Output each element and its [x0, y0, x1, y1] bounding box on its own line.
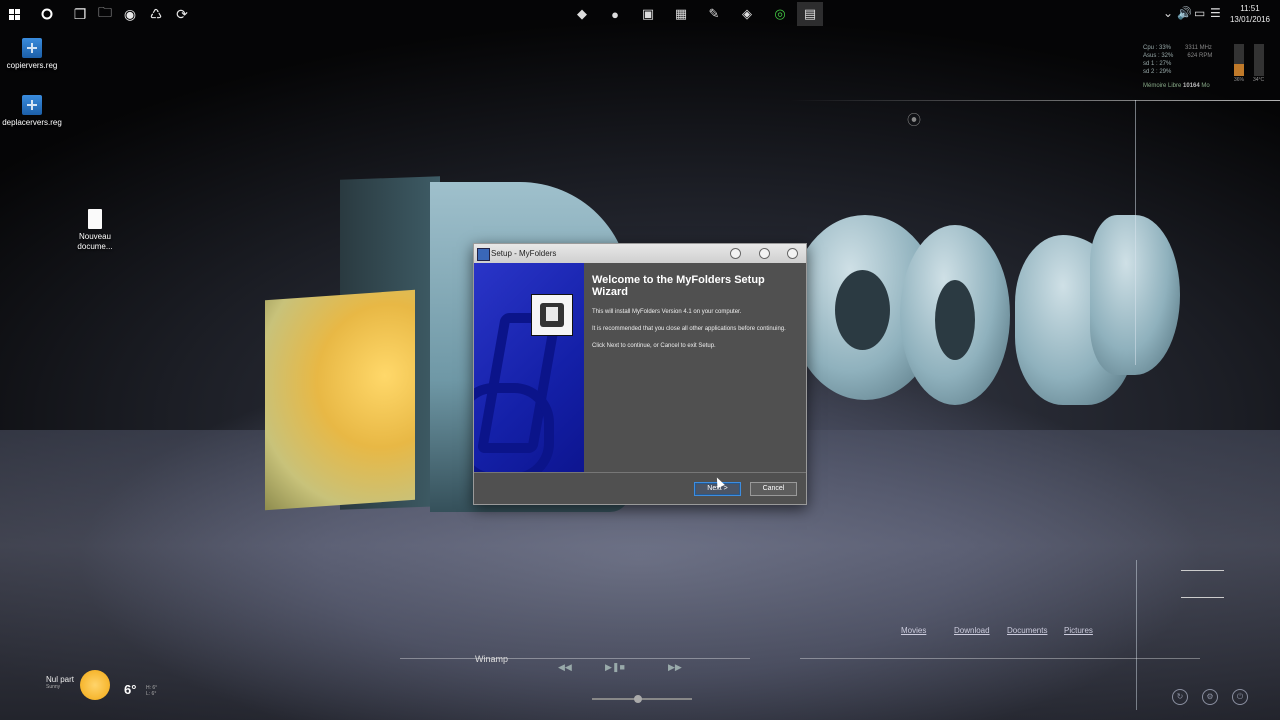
refresh-icon[interactable]: ↻: [1172, 689, 1188, 705]
file-explorer-icon[interactable]: 🗀: [95, 4, 115, 24]
sysmon-label: Asus : 32%: [1143, 53, 1174, 59]
rss-icon[interactable]: ⦿: [907, 110, 921, 130]
sysmon-value: 624 RPM: [1187, 53, 1213, 59]
registry-file-icon: [22, 38, 42, 58]
chevron-up-icon[interactable]: ⌄: [1163, 6, 1173, 20]
clock[interactable]: 11:51 13/01/2016: [1230, 3, 1270, 25]
memory-unit: Mo: [1201, 83, 1210, 89]
text-document-icon: [88, 209, 102, 229]
settings-icon[interactable]: ⚙: [1202, 689, 1218, 705]
eraser-icon[interactable]: ◆: [569, 2, 595, 26]
volume-slider[interactable]: [592, 695, 692, 703]
desktop-icon-label: deplacervers.reg: [2, 118, 62, 127]
winamp-title: Winamp: [475, 654, 509, 664]
clock-date: 13/01/2016: [1229, 15, 1270, 24]
weather-high-low: H: 6° L: 6°: [146, 685, 157, 697]
volume-knob[interactable]: [634, 695, 642, 703]
recycle-tool-icon[interactable]: ♺: [146, 4, 166, 24]
decorative-line: [1181, 570, 1224, 571]
link-movies[interactable]: Movies: [901, 626, 926, 635]
desktop-icon-copiervers[interactable]: copiervers.reg: [0, 38, 67, 71]
setup-app-icon: [477, 248, 490, 261]
minimize-button[interactable]: [730, 248, 741, 259]
weather-widget: Nul part Sunny: [46, 675, 74, 690]
cortana-circle-icon[interactable]: [37, 4, 57, 24]
cancel-button[interactable]: Cancel: [750, 482, 797, 496]
desktop-icon-deplacervers[interactable]: deplacervers.reg: [0, 95, 67, 128]
wizard-paragraph: Click Next to continue, or Cancel to exi…: [592, 343, 716, 349]
notepad-icon[interactable]: ✎: [701, 2, 727, 26]
cpu-usage-bar: [1234, 44, 1244, 76]
network-icon[interactable]: ▭: [1194, 6, 1205, 20]
sync-icon[interactable]: ⟳: [172, 4, 192, 24]
webcam-icon[interactable]: ◉: [120, 4, 140, 24]
divider-line: [790, 100, 1280, 101]
installer-icon: [531, 294, 573, 336]
wizard-heading: Welcome to the MyFolders Setup Wizard: [592, 274, 765, 298]
link-pictures[interactable]: Pictures: [1064, 626, 1093, 635]
wallpaper-open-door: [265, 289, 415, 511]
divider-line: [1135, 100, 1136, 365]
free-memory: Mémoire Libre 10164 Mo: [1143, 82, 1212, 90]
sysmon-label: sd 2 : 29%: [1143, 69, 1172, 75]
link-documents[interactable]: Documents: [1007, 626, 1047, 635]
sysmon-label: sd 1 : 27%: [1143, 61, 1172, 67]
action-center-icon[interactable]: ☰: [1210, 6, 1221, 20]
volume-icon[interactable]: 🔊: [1177, 6, 1192, 20]
chrome-icon[interactable]: ◎: [767, 2, 793, 26]
cpu-usage-label: 36%: [1234, 77, 1245, 83]
decorative-line: [1181, 597, 1224, 598]
link-download[interactable]: Download: [954, 626, 990, 635]
shield-icon[interactable]: ◈: [734, 2, 760, 26]
memory-label: Mémoire Libre: [1143, 83, 1182, 89]
setup-dialog: Setup - MyFolders Welcome to the MyFolde…: [473, 243, 807, 505]
divider-line: [800, 658, 1200, 659]
maximize-button[interactable]: [759, 248, 770, 259]
next-icon[interactable]: ▶▶: [668, 662, 682, 673]
desktop-icon-nouveau-document[interactable]: Nouveau docume...: [60, 209, 130, 252]
registry-file-icon: [22, 95, 42, 115]
weather-temperature: 6°: [124, 682, 137, 697]
taskbar: ❐ 🗀 ◉ ♺ ⟳ ◆ ● ▣ ▦ ✎ ◈ ◎ ▤ ⌄ 🔊 ▭ ☰ 11:51 …: [0, 0, 1280, 28]
temperature-bar: [1254, 44, 1264, 76]
temperature-label: 34°C: [1253, 77, 1265, 83]
play-pause-stop-icon[interactable]: ▶❚■: [605, 662, 625, 673]
desktop-icon-label: Nouveau docume...: [77, 232, 113, 251]
desktop-icon-label: copiervers.reg: [6, 61, 58, 70]
setup-app-icon[interactable]: ▤: [797, 2, 823, 26]
notes-icon[interactable]: ▣: [635, 2, 661, 26]
windows-start-icon[interactable]: [4, 4, 24, 24]
wizard-paragraph: This will install MyFolders Version 4.1 …: [592, 309, 742, 315]
divider-line: [1136, 560, 1137, 710]
divider-line: [400, 658, 750, 659]
clock-time: 11:51: [1240, 4, 1260, 13]
gift-icon[interactable]: ▦: [668, 2, 694, 26]
system-monitor: Cpu : 33% 3311 MHz Asus : 32% 624 RPM sd 1…: [1143, 44, 1212, 90]
power-icon[interactable]: ⏻: [1232, 689, 1248, 705]
disc-icon[interactable]: ●: [602, 2, 628, 26]
memory-value: 10164: [1183, 83, 1200, 89]
weather-location: Nul part: [46, 675, 75, 684]
weather-condition: Sunny: [46, 684, 61, 690]
sysmon-label: Cpu : 33%: [1143, 45, 1172, 51]
weather-low: L: 6°: [146, 691, 157, 697]
dialog-title: Setup - MyFolders: [491, 249, 557, 258]
previous-icon[interactable]: ◀◀: [558, 662, 572, 673]
close-button[interactable]: [787, 248, 798, 259]
sysmon-value: 3311 MHz: [1185, 45, 1212, 51]
dialog-separator: [474, 472, 806, 473]
wizard-content: Welcome to the MyFolders Setup Wizard Th…: [592, 274, 797, 359]
task-view-icon[interactable]: ❐: [70, 4, 90, 24]
wizard-side-banner: [474, 263, 584, 472]
sun-icon: [80, 670, 110, 700]
dialog-titlebar[interactable]: Setup - MyFolders: [474, 244, 806, 263]
wizard-paragraph: It is recommended that you close all oth…: [592, 326, 786, 332]
wallpaper-letter-o2: [900, 225, 1010, 405]
